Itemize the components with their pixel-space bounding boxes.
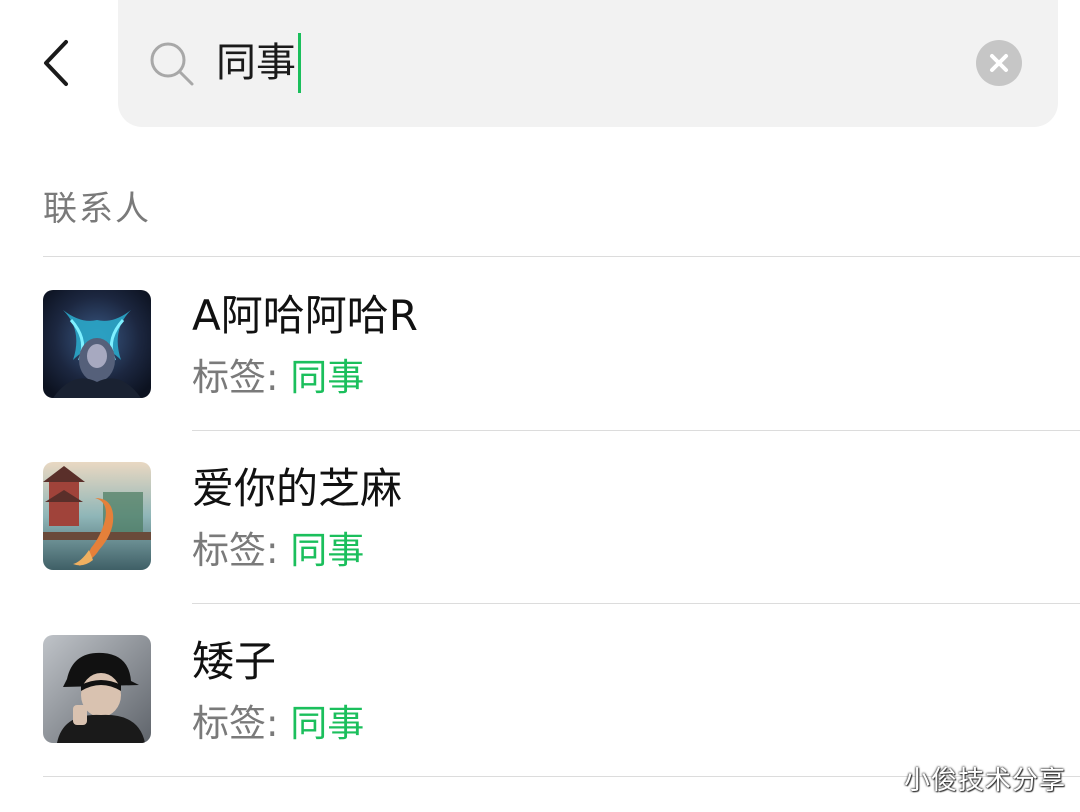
avatar	[43, 290, 151, 398]
contact-tag: 标签: 同事	[192, 701, 364, 747]
clear-search-button[interactable]	[976, 40, 1022, 86]
tag-label: 标签:	[192, 356, 291, 399]
watermark: 小俊技术分享	[904, 766, 1067, 796]
search-input[interactable]: 同事	[216, 30, 301, 96]
avatar	[43, 462, 151, 570]
back-button[interactable]	[28, 30, 88, 96]
section-title-contacts: 联系人	[43, 189, 151, 229]
text-caret	[298, 33, 301, 93]
avatar	[43, 635, 151, 743]
search-query-text: 同事	[216, 40, 296, 86]
contact-name: 爱你的芝麻	[192, 464, 403, 513]
contact-item[interactable]: 爱你的芝麻 标签: 同事	[0, 431, 1080, 603]
search-icon	[146, 38, 198, 90]
tag-label: 标签:	[192, 529, 291, 572]
tag-value: 同事	[290, 529, 365, 572]
contact-name: A阿哈阿哈R	[192, 291, 418, 340]
contact-tag: 标签: 同事	[192, 355, 364, 401]
clear-icon	[990, 54, 1008, 72]
contact-name: 矮子	[192, 637, 277, 686]
section-divider	[43, 256, 1080, 257]
tag-value: 同事	[290, 702, 365, 745]
contact-item[interactable]: 矮子 标签: 同事	[0, 604, 1080, 776]
chevron-left-icon	[44, 40, 68, 86]
contact-tag: 标签: 同事	[192, 528, 364, 574]
tag-label: 标签:	[192, 702, 291, 745]
tag-value: 同事	[290, 356, 365, 399]
contact-item[interactable]: A阿哈阿哈R 标签: 同事	[0, 258, 1080, 430]
